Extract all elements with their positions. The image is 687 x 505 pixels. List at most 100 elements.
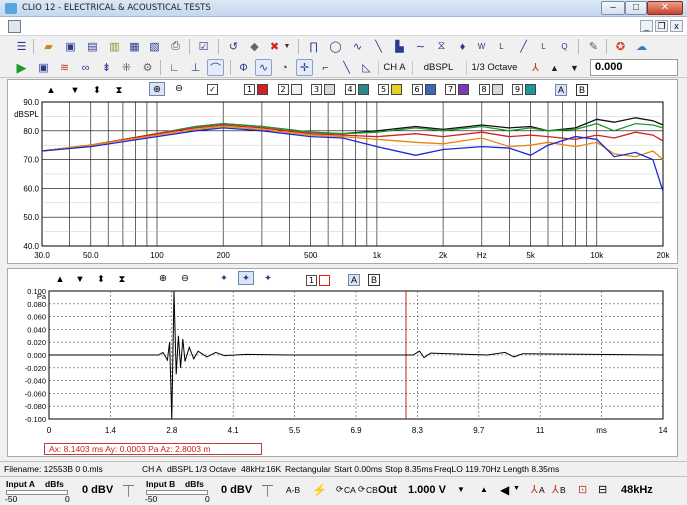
input-a-level[interactable]: 0 dBV	[82, 484, 113, 496]
fft-icon[interactable]: ∏	[305, 38, 322, 55]
output-b-ref-icon[interactable]: ⅄	[552, 483, 559, 496]
pencil-icon[interactable]: ✎	[585, 38, 602, 55]
mdi-minimize-button[interactable]: _	[640, 20, 653, 32]
energy-icon[interactable]: ◺	[358, 59, 375, 76]
down-arrow-icon[interactable]: ▼	[566, 59, 583, 76]
output-level-dropdown-icon[interactable]: ▼	[457, 485, 465, 494]
phase-icon[interactable]: ∿	[255, 59, 272, 76]
grid-checkbox[interactable]: ✓	[207, 84, 218, 95]
minimize-button[interactable]: –	[601, 1, 625, 15]
save-as-icon[interactable]: ▤	[84, 38, 101, 55]
overlay-2-checkbox[interactable]: 2	[277, 84, 289, 95]
input-b-phantom-icon[interactable]: ⏉	[262, 483, 273, 499]
cursor-a-toggle[interactable]: A	[555, 84, 567, 96]
eraser-icon[interactable]: ◆	[246, 38, 263, 55]
step-icon[interactable]: ⌐	[317, 59, 334, 76]
output-level[interactable]: 1.000 V	[408, 484, 446, 496]
delete-dropdown-icon[interactable]: ▼	[282, 38, 292, 55]
time-overlay-1-color[interactable]	[319, 275, 330, 286]
loop-icon[interactable]: ∞	[77, 59, 94, 76]
save-measure-icon[interactable]: ▣	[35, 59, 52, 76]
output-a-ref-icon[interactable]: ⅄	[531, 483, 538, 496]
overlay-icon[interactable]: ≋	[56, 59, 73, 76]
microphone-icon[interactable]: ♦	[454, 38, 471, 55]
play-icon[interactable]: ▶	[13, 59, 30, 76]
print-icon[interactable]: ⎙	[167, 38, 184, 55]
menu-icon[interactable]: ☰	[13, 38, 30, 55]
slope-icon[interactable]: ╲	[370, 38, 387, 55]
window-icon[interactable]: ⌒	[207, 59, 224, 76]
overlay-1-checkbox[interactable]: 1	[244, 84, 255, 95]
axes-icon[interactable]: ∟	[166, 59, 183, 76]
save-icon[interactable]: ▣	[62, 38, 79, 55]
waveform-icon[interactable]: ∿	[349, 38, 366, 55]
overlay-8-checkbox[interactable]: 8	[478, 84, 490, 95]
time-cursor-b-toggle[interactable]: B	[368, 274, 380, 286]
zoom-out-icon[interactable]: ⊖	[171, 82, 187, 96]
time-scale-down-icon[interactable]: ▼	[73, 273, 87, 287]
image-icon[interactable]: ▦	[126, 38, 143, 55]
checkbox-icon[interactable]: ☑	[195, 38, 212, 55]
wf-icon[interactable]: W	[473, 38, 490, 55]
up-arrow-icon[interactable]: ▲	[546, 59, 563, 76]
leq-icon[interactable]: L	[493, 38, 510, 55]
mdi-close-button[interactable]: x	[670, 20, 683, 32]
time-overlay-1-checkbox[interactable]: 1	[306, 275, 317, 286]
undo-icon[interactable]: ↺	[225, 38, 242, 55]
overlay-7-color[interactable]	[458, 84, 469, 95]
cb-label[interactable]: CB	[366, 485, 378, 495]
delete-icon[interactable]: ✖	[266, 38, 283, 55]
histogram-icon[interactable]: ▙	[391, 38, 408, 55]
overlay-5-checkbox[interactable]: 5	[378, 84, 389, 95]
speaker-dropdown-icon[interactable]: ▼	[513, 485, 520, 492]
marker-left-icon[interactable]: ✦	[216, 272, 232, 286]
time-cursor-a-toggle[interactable]: A	[348, 274, 360, 286]
overlay-9-checkbox[interactable]: 9	[512, 84, 523, 95]
maximize-button[interactable]: □	[625, 1, 647, 15]
document-icon[interactable]	[8, 20, 21, 33]
export-icon[interactable]: ▥	[106, 38, 123, 55]
compress-icon[interactable]: ⧗	[112, 84, 126, 98]
overlay-7-checkbox[interactable]: 7	[445, 84, 456, 95]
help-icon[interactable]: ✪	[612, 38, 629, 55]
overlay-8-color[interactable]	[491, 84, 503, 95]
line-icon[interactable]: ╱	[515, 38, 532, 55]
overlay-3-checkbox[interactable]: 3	[311, 84, 322, 95]
impulse-chart[interactable]: 0 1.4 2.8 4.1 5.5 6.9 8.3 9.7 11 ms 140.1000.0800.…	[8, 287, 677, 437]
marker-icon[interactable]: Ф	[235, 59, 252, 76]
cursor-icon[interactable]: ✛	[296, 59, 313, 76]
speaker-icon[interactable]: ◀	[500, 483, 509, 497]
overlay-5-color[interactable]	[391, 84, 402, 95]
mdi-restore-button[interactable]: ❐	[655, 20, 668, 32]
output-b-label[interactable]: B	[560, 485, 566, 495]
overlay-4-checkbox[interactable]: 4	[344, 84, 356, 95]
sine-icon[interactable]: ∼	[412, 38, 429, 55]
overlay-6-checkbox[interactable]: 6	[411, 84, 423, 95]
settings-icon[interactable]: ⚙	[139, 59, 156, 76]
cloud-icon[interactable]: ☁	[633, 38, 650, 55]
close-button[interactable]: ✕	[647, 1, 683, 15]
overlay-2-color[interactable]	[290, 84, 302, 95]
smoothing-selector[interactable]: 1/3 Octave	[466, 61, 522, 75]
a-minus-b-toggle[interactable]: A-B	[286, 485, 300, 495]
zoom-in-icon[interactable]: ⊕	[149, 82, 165, 96]
impulse-icon[interactable]: ⊥	[187, 59, 204, 76]
record-icon[interactable]: ⊡	[578, 483, 587, 496]
calendar-icon[interactable]: ▧	[146, 38, 163, 55]
lr-icon[interactable]: L	[535, 38, 552, 55]
decay-icon[interactable]: ╲	[338, 59, 355, 76]
overlay-3-color[interactable]	[324, 84, 335, 95]
scope-icon[interactable]: ⧖	[433, 38, 450, 55]
input-a-phantom-icon[interactable]: ⏉	[123, 483, 134, 499]
cursor-b-toggle[interactable]: B	[576, 84, 588, 96]
output-a-label[interactable]: A	[539, 485, 545, 495]
open-folder-icon[interactable]: ▰	[40, 38, 57, 55]
channel-selector[interactable]: CH A	[378, 61, 410, 75]
overlay-6-color[interactable]	[424, 84, 436, 95]
marker-center-icon[interactable]: ✦	[238, 271, 254, 285]
overlay-9-color[interactable]	[525, 84, 536, 95]
overlay-1-color[interactable]	[257, 84, 268, 95]
expand-icon[interactable]: ⬍	[90, 84, 104, 98]
device-icon[interactable]: ⊟	[598, 483, 607, 496]
qc-icon[interactable]: Q	[556, 38, 573, 55]
